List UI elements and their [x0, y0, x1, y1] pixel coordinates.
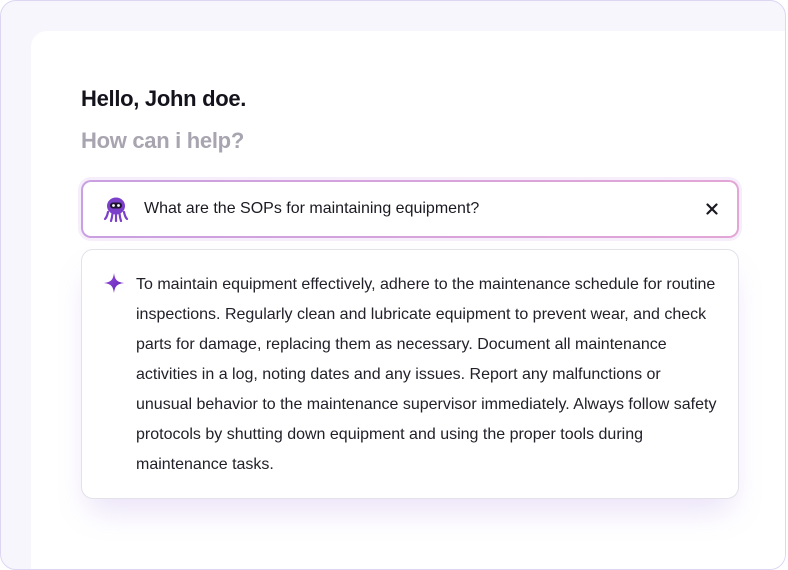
answer-text: To maintain equipment effectively, adher…: [136, 276, 717, 473]
query-bar[interactable]: What are the SOPs for maintaining equipm…: [81, 180, 739, 238]
sparkle-icon: [104, 273, 124, 293]
octopus-bot-icon: [103, 196, 129, 223]
answer-card: To maintain equipment effectively, adher…: [81, 249, 739, 499]
greeting-heading: Hello, John doe.: [81, 86, 247, 111]
clear-button[interactable]: [701, 198, 723, 220]
app-frame: Hello, John doe. How can i help? What ar…: [0, 0, 786, 570]
assistant-panel: Hello, John doe. How can i help? What ar…: [31, 31, 785, 569]
close-icon: [706, 203, 718, 215]
help-prompt-heading: How can i help?: [81, 128, 244, 153]
query-input[interactable]: What are the SOPs for maintaining equipm…: [144, 200, 479, 218]
